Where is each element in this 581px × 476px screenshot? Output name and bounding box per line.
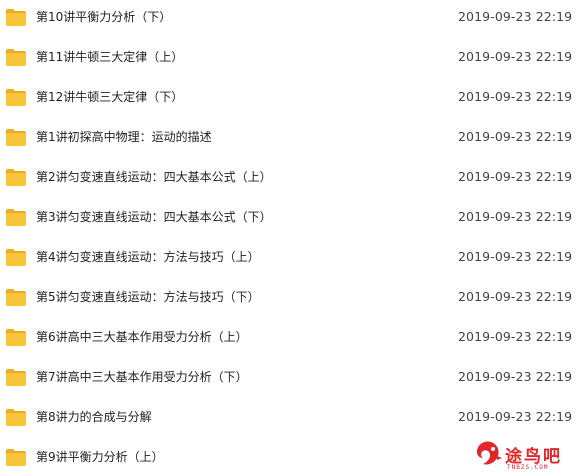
file-row[interactable]: 第7讲高中三大基本作用受力分析（下） 2019-09-23 22:19 — [0, 363, 581, 403]
file-name[interactable]: 第5讲匀变速直线运动：方法与技巧（下） — [36, 288, 260, 306]
file-modified-date: 2019-09-23 22:19 — [458, 89, 573, 104]
file-row[interactable]: 第12讲牛顿三大定律（下） 2019-09-23 22:19 — [0, 83, 581, 123]
folder-icon — [6, 449, 26, 466]
file-name[interactable]: 第10讲平衡力分析（下） — [36, 8, 171, 26]
file-name[interactable]: 第11讲牛顿三大定律（上） — [36, 48, 183, 66]
folder-icon — [6, 329, 26, 346]
file-row[interactable]: 第3讲匀变速直线运动：四大基本公式（下） 2019-09-23 22:19 — [0, 203, 581, 243]
folder-icon — [6, 129, 26, 146]
file-name[interactable]: 第3讲匀变速直线运动：四大基本公式（下） — [36, 208, 272, 226]
folder-icon — [6, 9, 26, 26]
file-modified-date: 2019-09-23 22:19 — [458, 49, 573, 64]
file-name[interactable]: 第8讲力的合成与分解 — [36, 408, 152, 426]
file-modified-date: 2019-09-23 22:19 — [458, 409, 573, 424]
file-row[interactable]: 第2讲匀变速直线运动：四大基本公式（上） 2019-09-23 22:19 — [0, 163, 581, 203]
watermark-logo-icon — [473, 438, 503, 470]
file-modified-date: 2019-09-23 22:19 — [458, 329, 573, 344]
file-name[interactable]: 第6讲高中三大基本作用受力分析（上） — [36, 328, 248, 346]
file-name[interactable]: 第9讲平衡力分析（上） — [36, 448, 164, 466]
file-name[interactable]: 第12讲牛顿三大定律（下） — [36, 88, 183, 106]
file-name[interactable]: 第1讲初探高中物理：运动的描述 — [36, 128, 212, 146]
file-row[interactable]: 第10讲平衡力分析（下） 2019-09-23 22:19 — [0, 3, 581, 43]
file-modified-date: 2019-09-23 22:19 — [458, 169, 573, 184]
file-modified-date: 2019-09-23 22:19 — [458, 369, 573, 384]
folder-icon — [6, 49, 26, 66]
folder-icon — [6, 89, 26, 106]
file-row[interactable]: 第4讲匀变速直线运动：方法与技巧（上） 2019-09-23 22:19 — [0, 243, 581, 283]
file-list: 第10讲平衡力分析（下） 2019-09-23 22:19 第11讲牛顿三大定律（上… — [0, 0, 581, 476]
file-row[interactable]: 第1讲初探高中物理：运动的描述 2019-09-23 22:19 — [0, 123, 581, 163]
watermark-subtext: TNBZS.COM — [507, 464, 549, 471]
file-name[interactable]: 第7讲高中三大基本作用受力分析（下） — [36, 368, 248, 386]
file-name[interactable]: 第4讲匀变速直线运动：方法与技巧（上） — [36, 248, 260, 266]
folder-icon — [6, 289, 26, 306]
file-row[interactable]: 第11讲牛顿三大定律（上） 2019-09-23 22:19 — [0, 43, 581, 83]
file-modified-date: 2019-09-23 22:19 — [458, 209, 573, 224]
folder-icon — [6, 249, 26, 266]
file-row[interactable]: 第5讲匀变速直线运动：方法与技巧（下） 2019-09-23 22:19 — [0, 283, 581, 323]
folder-icon — [6, 409, 26, 426]
file-modified-date: 2019-09-23 22:19 — [458, 289, 573, 304]
file-modified-date: 2019-09-23 22:19 — [458, 129, 573, 144]
folder-icon — [6, 369, 26, 386]
folder-icon — [6, 209, 26, 226]
file-modified-date: 2019-09-23 22:19 — [458, 9, 573, 24]
file-modified-date: 2019-09-23 22:19 — [458, 249, 573, 264]
watermark: 途鸟吧 TNBZS.COM — [451, 436, 581, 476]
file-name[interactable]: 第2讲匀变速直线运动：四大基本公式（上） — [36, 168, 272, 186]
file-row[interactable]: 第6讲高中三大基本作用受力分析（上） 2019-09-23 22:19 — [0, 323, 581, 363]
folder-icon — [6, 169, 26, 186]
